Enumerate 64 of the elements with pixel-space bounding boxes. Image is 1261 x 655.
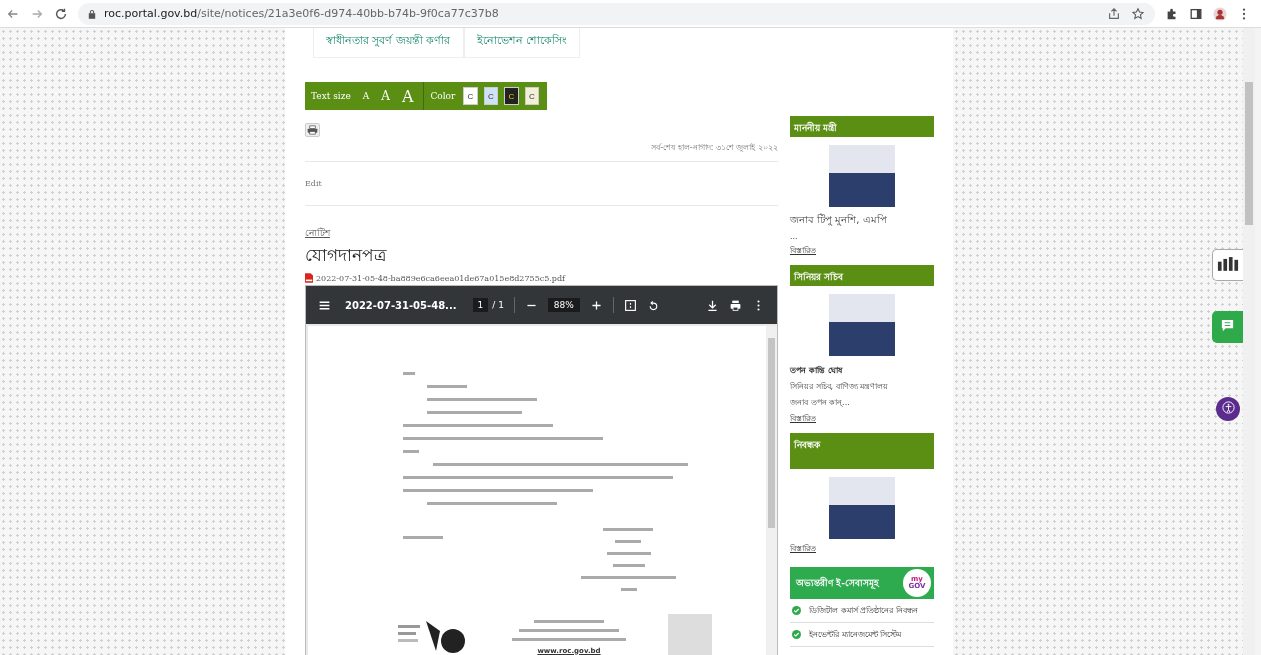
person-title: ... [790, 232, 799, 241]
details-link[interactable]: বিস্তারিত [790, 412, 816, 425]
star-icon[interactable] [1131, 6, 1145, 21]
page-number-field[interactable]: 1 [472, 298, 489, 312]
section-heading: মাননীয় মন্ত্রী [790, 116, 934, 137]
text-size-button[interactable]: A [358, 91, 374, 101]
side-panel-icon[interactable] [1189, 6, 1203, 21]
last-updated-text: সর্ব-শেষ হাল-নাগাদ: ৩১শে জুলাই ২০২২ [651, 142, 778, 154]
color-label: Color [430, 91, 456, 101]
print-button[interactable] [305, 123, 320, 137]
photo-placeholder [829, 145, 895, 207]
color-scheme-button[interactable]: C [504, 87, 519, 105]
service-link[interactable]: ইনভেন্টরি ম্যানেজমেন্ট সিস্টেম [809, 628, 902, 641]
chat-icon [1220, 318, 1235, 333]
person-title: জনাব টিপু মুনশি, এমপি [790, 212, 888, 228]
person-title: জনাব তপন কান্... [790, 397, 851, 409]
details-link[interactable]: বিস্তারিত [790, 244, 816, 257]
person-title: সিনিয়র সচিব, বাণিজ্য মন্ত্রণালয় [790, 381, 890, 393]
menu-tab[interactable]: স্বাধীনতার সুবর্ণ জয়ন্তী কর্ণার [313, 28, 464, 58]
edit-link[interactable]: Edit [305, 179, 322, 188]
notice-title: যোগদানপত্র [305, 244, 388, 267]
section-heading: সিনিয়র সচিব [790, 265, 934, 286]
section-heading: নিবন্ধক [790, 433, 934, 469]
color-scheme-button[interactable]: C [463, 87, 478, 105]
lock-icon [88, 8, 96, 19]
reload-icon[interactable] [54, 6, 68, 21]
menu-tab[interactable]: ইনোভেশন শোকেসিং [463, 28, 580, 58]
bar-chart-icon [1217, 256, 1239, 271]
person-name: তপন কান্তি ঘোষ [790, 365, 844, 377]
avatar-icon[interactable] [1213, 6, 1227, 21]
service-link[interactable]: ডিজিটাল কমার্স প্রতিষ্ঠানের নিবন্ধন [809, 604, 918, 617]
details-link[interactable]: বিস্তারিত [790, 542, 816, 555]
accessibility-icon [1220, 400, 1236, 415]
print-icon[interactable] [729, 298, 742, 312]
color-scheme-button[interactable]: C [483, 87, 499, 105]
photo-placeholder [829, 294, 895, 356]
statistics-button[interactable] [1212, 249, 1243, 281]
attachment-link[interactable]: 2022-07-31-05-48-ba889e6ca6eea01de67a015e8d2755c5.pdf [316, 273, 566, 283]
category-link[interactable]: নোটিশ [305, 226, 330, 241]
pdf-file-name: 2022-07-31-05-48... [345, 299, 457, 311]
url-host: roc.portal.gov.bd [104, 7, 198, 20]
zoom-field[interactable]: 88% [547, 298, 580, 312]
check-circle-icon [792, 606, 801, 615]
pdf-file-icon [305, 273, 313, 283]
address-bar[interactable]: roc.portal.gov.bd/site/notices/21a3e0f6-d974-40bb-b74b-9f0ca77c37b8 [78, 2, 1155, 25]
scrollbar[interactable] [766, 326, 777, 655]
page-total: / 1 [492, 300, 504, 310]
check-circle-icon [792, 630, 801, 639]
download-icon[interactable] [706, 298, 719, 312]
section-heading: অভ্যন্তরীণ ই-সেবাসমূহ [796, 575, 880, 591]
text-size-button[interactable]: A [377, 89, 394, 103]
fit-page-icon[interactable] [623, 298, 637, 312]
color-scheme-button[interactable]: C [524, 87, 540, 105]
share-icon[interactable] [1107, 6, 1121, 21]
zoom-in-icon[interactable] [589, 298, 603, 312]
photo-placeholder [829, 477, 895, 539]
chat-button[interactable] [1212, 311, 1243, 343]
text-size-button[interactable]: A [397, 86, 418, 106]
printer-icon [307, 125, 318, 135]
text-size-label: Text size [311, 91, 351, 101]
photo-placeholder [668, 614, 712, 655]
scrollbar[interactable] [1243, 28, 1255, 655]
url-path: /site/notices/21a3e0f6-d974-40bb-b74b-9f0ca77c37b8 [197, 7, 499, 20]
puzzle-icon[interactable] [1165, 6, 1179, 21]
